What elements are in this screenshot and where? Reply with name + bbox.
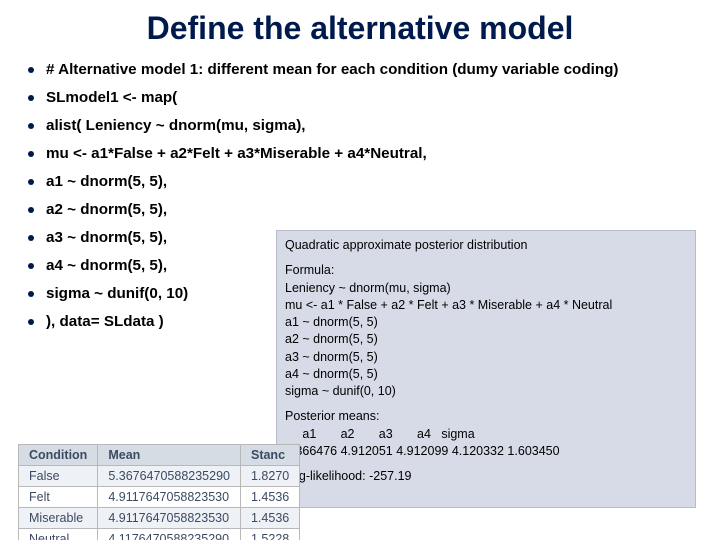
table-header-row: Condition Mean Stanc bbox=[19, 445, 300, 466]
output-title: Quadratic approximate posterior distribu… bbox=[285, 237, 687, 254]
bullet-item: mu <- a1*False + a2*Felt + a3*Miserable … bbox=[28, 143, 698, 165]
table-row: Neutral 4.1176470588235290 1.5228 bbox=[19, 529, 300, 540]
output-formula-line: mu <- a1 * False + a2 * Felt + a3 * Mise… bbox=[285, 297, 687, 314]
bullet-item: alist( Leniency ~ dnorm(mu, sigma), bbox=[28, 115, 698, 137]
bullet-text: SLmodel1 <- map( bbox=[46, 87, 177, 109]
output-formula-line: a2 ~ dnorm(5, 5) bbox=[285, 331, 687, 348]
table-cell: Neutral bbox=[19, 529, 98, 540]
slide: Define the alternative model # Alternati… bbox=[0, 0, 720, 540]
bullet-text: alist( Leniency ~ dnorm(mu, sigma), bbox=[46, 115, 306, 137]
bullet-item: SLmodel1 <- map( bbox=[28, 87, 698, 109]
table-row: Felt 4.9117647058823530 1.4536 bbox=[19, 487, 300, 508]
bullet-text: a1 ~ dnorm(5, 5), bbox=[46, 171, 167, 193]
table-row: False 5.3676470588235290 1.8270 bbox=[19, 466, 300, 487]
output-postmeans-label: Posterior means: bbox=[285, 408, 687, 425]
table-cell: Felt bbox=[19, 487, 98, 508]
bullet-text: sigma ~ dunif(0, 10) bbox=[46, 283, 188, 305]
bullet-dot-icon bbox=[28, 207, 34, 213]
bullet-dot-icon bbox=[28, 95, 34, 101]
bullet-item: a1 ~ dnorm(5, 5), bbox=[28, 171, 698, 193]
table-cell: 1.8270 bbox=[240, 466, 299, 487]
bullet-dot-icon bbox=[28, 291, 34, 297]
bullet-dot-icon bbox=[28, 67, 34, 73]
table-header: Condition bbox=[19, 445, 98, 466]
output-formula-label: Formula: bbox=[285, 262, 687, 279]
table-cell: 4.9117647058823530 bbox=[98, 487, 241, 508]
table-cell: 4.1176470588235290 bbox=[98, 529, 241, 540]
bullet-dot-icon bbox=[28, 235, 34, 241]
table-cell: 5.3676470588235290 bbox=[98, 466, 241, 487]
output-postmeans-values: 5.366476 4.912051 4.912099 4.120332 1.60… bbox=[285, 443, 687, 460]
bullet-text: a2 ~ dnorm(5, 5), bbox=[46, 199, 167, 221]
table-cell: 1.5228 bbox=[240, 529, 299, 540]
bullet-item: # Alternative model 1: different mean fo… bbox=[28, 59, 698, 81]
bullet-item: a2 ~ dnorm(5, 5), bbox=[28, 199, 698, 221]
table-cell: 4.9117647058823530 bbox=[98, 508, 241, 529]
table-header: Stanc bbox=[240, 445, 299, 466]
slide-title: Define the alternative model bbox=[0, 0, 720, 53]
bullet-text: a3 ~ dnorm(5, 5), bbox=[46, 227, 167, 249]
table-cell: 1.4536 bbox=[240, 508, 299, 529]
output-postmeans-header: a1 a2 a3 a4 sigma bbox=[285, 426, 687, 443]
data-table: Condition Mean Stanc False 5.36764705882… bbox=[18, 444, 300, 540]
bullet-dot-icon bbox=[28, 319, 34, 325]
bullet-text: mu <- a1*False + a2*Felt + a3*Miserable … bbox=[46, 143, 427, 165]
bullet-dot-icon bbox=[28, 179, 34, 185]
output-formula-line: Leniency ~ dnorm(mu, sigma) bbox=[285, 280, 687, 297]
table-cell: False bbox=[19, 466, 98, 487]
bullet-dot-icon bbox=[28, 263, 34, 269]
bullet-dot-icon bbox=[28, 123, 34, 129]
output-formula-line: a4 ~ dnorm(5, 5) bbox=[285, 366, 687, 383]
table-cell: 1.4536 bbox=[240, 487, 299, 508]
bullet-text: ), data= SLdata ) bbox=[46, 311, 164, 333]
bullet-dot-icon bbox=[28, 151, 34, 157]
bullet-text: # Alternative model 1: different mean fo… bbox=[46, 59, 618, 81]
bullet-text: a4 ~ dnorm(5, 5), bbox=[46, 255, 167, 277]
output-formula-line: sigma ~ dunif(0, 10) bbox=[285, 383, 687, 400]
table-row: Miserable 4.9117647058823530 1.4536 bbox=[19, 508, 300, 529]
output-prompt: > bbox=[285, 485, 687, 502]
output-loglik: Log-likelihood: -257.19 bbox=[285, 468, 687, 485]
table-header: Mean bbox=[98, 445, 241, 466]
output-formula-line: a3 ~ dnorm(5, 5) bbox=[285, 349, 687, 366]
console-output-box: Quadratic approximate posterior distribu… bbox=[276, 230, 696, 508]
table-cell: Miserable bbox=[19, 508, 98, 529]
output-formula-line: a1 ~ dnorm(5, 5) bbox=[285, 314, 687, 331]
